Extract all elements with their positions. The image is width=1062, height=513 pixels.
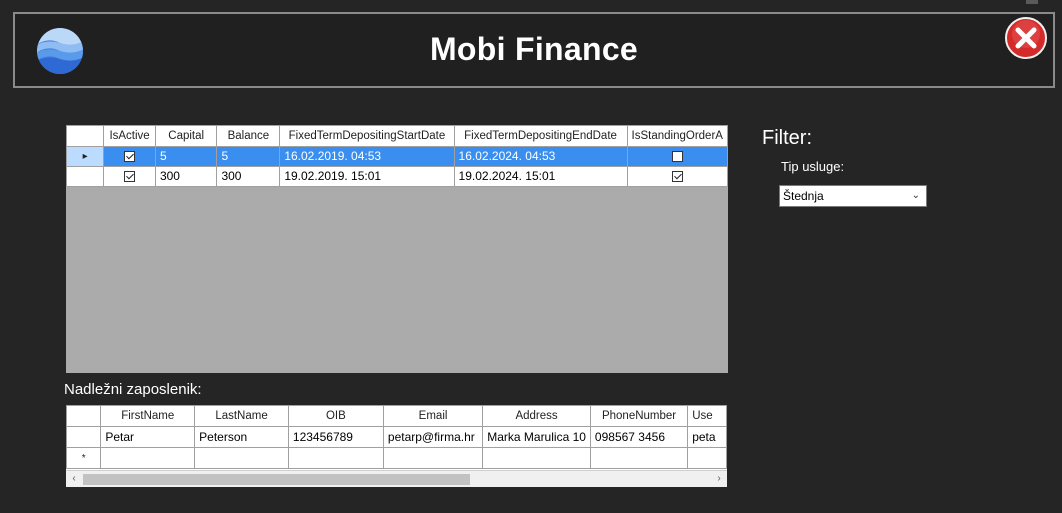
column-header-email[interactable]: Email xyxy=(382,405,484,427)
new-row[interactable]: * xyxy=(66,447,727,469)
standing-order-cell[interactable] xyxy=(626,166,728,187)
corner-mark xyxy=(1026,0,1038,4)
lastname-cell[interactable]: Peterson xyxy=(194,426,289,448)
end-date-cell[interactable]: 16.02.2024. 04:53 xyxy=(453,146,628,167)
checkbox-icon[interactable] xyxy=(124,171,136,183)
start-date-cell[interactable]: 16.02.2019. 04:53 xyxy=(279,146,455,167)
end-date-cell[interactable]: 19.02.2024. 15:01 xyxy=(453,166,628,187)
column-header-capital[interactable]: Capital xyxy=(154,125,218,147)
capital-cell[interactable]: 300 xyxy=(154,166,218,187)
service-type-label: Tip usluge: xyxy=(781,159,845,174)
service-type-value: Štednja xyxy=(783,189,824,203)
checkbox-icon[interactable] xyxy=(671,151,683,163)
standing-order-cell[interactable] xyxy=(626,146,728,167)
empty-cell[interactable] xyxy=(589,447,689,469)
table-row[interactable]: Petar Peterson 123456789 petarp@firma.hr… xyxy=(66,426,727,448)
column-header-firstname[interactable]: FirstName xyxy=(100,405,196,427)
checkbox-icon[interactable] xyxy=(671,171,683,183)
empty-cell[interactable] xyxy=(194,447,289,469)
isactive-cell[interactable] xyxy=(103,166,156,187)
phone-cell[interactable]: 098567 3456 xyxy=(589,426,689,448)
column-header-balance[interactable]: Balance xyxy=(216,125,281,147)
row-header-corner xyxy=(66,125,105,147)
service-type-select[interactable]: Štednja ⌄ xyxy=(779,185,927,207)
services-grid[interactable]: IsActive Capital Balance FixedTermDeposi… xyxy=(66,125,728,373)
app-title: Mobi Finance xyxy=(429,31,639,67)
column-header-isactive[interactable]: IsActive xyxy=(103,125,156,147)
chevron-down-icon[interactable]: ⌄ xyxy=(912,186,920,206)
new-row-marker[interactable]: * xyxy=(66,447,102,469)
firstname-cell[interactable]: Petar xyxy=(100,426,196,448)
balance-cell[interactable]: 300 xyxy=(216,166,281,187)
column-header-start-date[interactable]: FixedTermDepositingStartDate xyxy=(279,125,455,147)
employee-label: Nadležni zaposlenik: xyxy=(64,381,202,398)
column-header-address[interactable]: Address xyxy=(482,405,591,427)
table-row[interactable]: 300 300 19.02.2019. 15:01 19.02.2024. 15… xyxy=(66,166,728,187)
balance-cell[interactable]: 5 xyxy=(216,146,281,167)
table-row[interactable]: ▸ 5 5 16.02.2019. 04:53 16.02.2024. 04:5… xyxy=(66,146,728,167)
horizontal-scrollbar[interactable]: ‹ › xyxy=(66,470,727,487)
email-cell[interactable]: petarp@firma.hr xyxy=(382,426,484,448)
address-cell[interactable]: Marka Marulica 10 xyxy=(482,426,591,448)
row-header-corner xyxy=(66,405,102,427)
oib-cell[interactable]: 123456789 xyxy=(287,426,384,448)
empty-cell[interactable] xyxy=(100,447,196,469)
start-date-cell[interactable]: 19.02.2019. 15:01 xyxy=(279,166,455,187)
checkbox-icon[interactable] xyxy=(124,151,136,163)
column-header-oib[interactable]: OIB xyxy=(287,405,384,427)
scroll-right-icon[interactable]: › xyxy=(711,471,727,487)
empty-cell[interactable] xyxy=(482,447,591,469)
column-header-user[interactable]: Use xyxy=(687,405,727,427)
empty-cell[interactable] xyxy=(382,447,484,469)
empty-cell[interactable] xyxy=(287,447,384,469)
close-icon[interactable] xyxy=(1004,16,1048,60)
row-header-cell[interactable] xyxy=(66,166,105,187)
row-header-cell[interactable] xyxy=(66,426,102,448)
capital-cell[interactable]: 5 xyxy=(154,146,218,167)
scroll-thumb[interactable] xyxy=(83,474,470,485)
column-header-standing-order[interactable]: IsStandingOrderA xyxy=(626,125,728,147)
column-header-lastname[interactable]: LastName xyxy=(194,405,289,427)
scroll-left-icon[interactable]: ‹ xyxy=(66,471,82,487)
title-bar: Mobi Finance xyxy=(13,12,1055,88)
filter-title: Filter: xyxy=(762,127,812,149)
column-header-phone[interactable]: PhoneNumber xyxy=(589,405,689,427)
column-header-end-date[interactable]: FixedTermDepositingEndDate xyxy=(453,125,628,147)
user-cell[interactable]: peta xyxy=(687,426,727,448)
row-indicator-icon[interactable]: ▸ xyxy=(66,146,105,167)
isactive-cell[interactable] xyxy=(103,146,156,167)
employee-table: FirstName LastName OIB Email Address Pho… xyxy=(66,405,727,469)
empty-cell[interactable] xyxy=(687,447,727,469)
services-table: IsActive Capital Balance FixedTermDeposi… xyxy=(66,125,728,187)
